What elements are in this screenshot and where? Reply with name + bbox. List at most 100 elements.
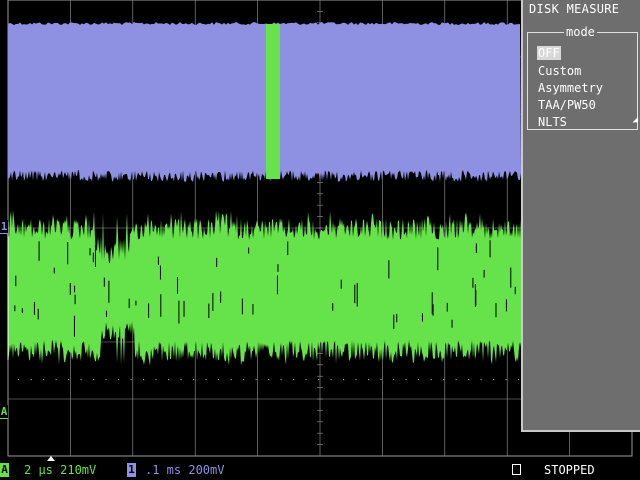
trace-dropout	[475, 243, 477, 253]
trace-dropout	[287, 241, 289, 256]
trace-dropout	[340, 279, 342, 289]
grid-dot	[268, 379, 270, 381]
trace-dropout	[421, 313, 423, 322]
run-state[interactable]: STOPPED	[544, 463, 595, 477]
trace-dropout	[356, 283, 358, 307]
grid-dot	[93, 379, 95, 381]
trace-dropout	[67, 242, 69, 265]
trace-dropout	[135, 300, 137, 306]
grid-dot	[230, 379, 232, 381]
trace-dropout	[451, 319, 453, 328]
mode-option-custom[interactable]: Custom	[538, 64, 581, 78]
status-bar: A 2 µs 210mV 1 .1 ms 200mV STOPPED	[0, 460, 640, 480]
grid-dot	[205, 379, 207, 381]
grid-dot	[480, 379, 482, 381]
channel-a-badge[interactable]: A	[0, 463, 9, 477]
grid-dot	[355, 379, 357, 381]
trace-dropout	[437, 247, 439, 271]
grid-dot	[118, 379, 120, 381]
trace-dropout	[177, 277, 179, 294]
grid-dot	[18, 379, 20, 381]
trace-dropout	[21, 308, 23, 314]
trace-dropout	[212, 293, 214, 311]
grid-dot	[218, 379, 220, 381]
trace-dropout	[475, 289, 477, 306]
trace-dropout	[37, 308, 39, 320]
trace-dropout	[276, 275, 278, 295]
grid-dot	[130, 379, 132, 381]
grid-dot	[330, 379, 332, 381]
grid-dot	[280, 379, 282, 381]
trace-dropout	[108, 280, 110, 303]
channel-1-level-marker[interactable]: 1	[0, 220, 8, 234]
trace-dropout	[74, 285, 76, 293]
grid-dot	[155, 379, 157, 381]
mode-option-taa-pw50[interactable]: TAA/PW50	[538, 98, 596, 112]
menu-title: DISK MEASURE	[529, 2, 620, 16]
scroll-arrow-icon[interactable]: ◢	[633, 115, 638, 125]
trace-dropout	[431, 292, 433, 315]
grid-dot	[68, 379, 70, 381]
channel-a-settings[interactable]: 2 µs 210mV	[24, 463, 96, 477]
trace-dropout	[208, 303, 210, 319]
mode-option-asymmetry[interactable]: Asymmetry	[538, 81, 603, 95]
channel-1-envelope	[8, 22, 521, 182]
mode-option-off[interactable]: OFF	[537, 46, 561, 60]
channel-1-trace	[8, 22, 521, 182]
grid-dot	[243, 379, 245, 381]
grid-dot	[168, 379, 170, 381]
channel-a-envelope	[8, 210, 521, 366]
grid-dot	[443, 379, 445, 381]
grid-dot	[193, 379, 195, 381]
trace-dropout	[183, 300, 185, 317]
trace-dropout	[92, 252, 94, 263]
grid-dot	[380, 379, 382, 381]
channel-a-level-marker[interactable]: A	[0, 405, 8, 419]
grid-dot	[293, 379, 295, 381]
trace-dropout	[33, 301, 35, 315]
trace-dropout	[248, 247, 250, 254]
channel-1-badge[interactable]: 1	[127, 463, 136, 477]
trace-dropout	[103, 277, 105, 287]
grid-dot	[493, 379, 495, 381]
trace-dropout	[38, 241, 40, 261]
grid-dot	[468, 379, 470, 381]
trace-dropout	[432, 304, 434, 316]
trace-dropout	[277, 264, 279, 272]
trace-dropout	[160, 294, 162, 317]
trace-dropout	[15, 275, 17, 287]
trace-dropout	[159, 265, 161, 280]
grid-dot	[405, 379, 407, 381]
trace-dropout	[489, 240, 491, 258]
trace-dropout	[252, 303, 254, 315]
trace-dropout	[105, 310, 107, 318]
mode-option-nlts[interactable]: NLTS	[538, 115, 567, 129]
trace-dropout	[495, 303, 497, 318]
disk-measure-menu: DISK MEASURE mode OFF Custom Asymmetry T…	[521, 0, 640, 432]
grid-dot	[105, 379, 107, 381]
trace-dropout	[14, 305, 16, 312]
trace-dropout	[128, 298, 130, 309]
trace-dropout	[241, 298, 243, 315]
trace-dropout	[483, 269, 485, 278]
grid-dot	[430, 379, 432, 381]
grid-dot	[318, 379, 320, 381]
stop-indicator-icon	[512, 464, 521, 475]
channel-1-settings[interactable]: .1 ms 200mV	[145, 463, 224, 477]
trace-dropout	[393, 314, 395, 329]
trace-dropout	[74, 294, 76, 305]
channel-a-burst	[266, 24, 280, 179]
trace-dropout	[510, 267, 512, 288]
grid-dot	[343, 379, 345, 381]
grid-dot	[180, 379, 182, 381]
grid-dot	[255, 379, 257, 381]
trace-dropout	[73, 315, 75, 337]
trace-dropout	[505, 299, 507, 312]
grid-dot	[55, 379, 57, 381]
grid-dot	[143, 379, 145, 381]
grid-dot	[518, 379, 520, 381]
trace-dropout	[89, 248, 91, 256]
trace-dropout	[332, 303, 334, 311]
grid-dot	[455, 379, 457, 381]
grid-dot	[30, 379, 32, 381]
